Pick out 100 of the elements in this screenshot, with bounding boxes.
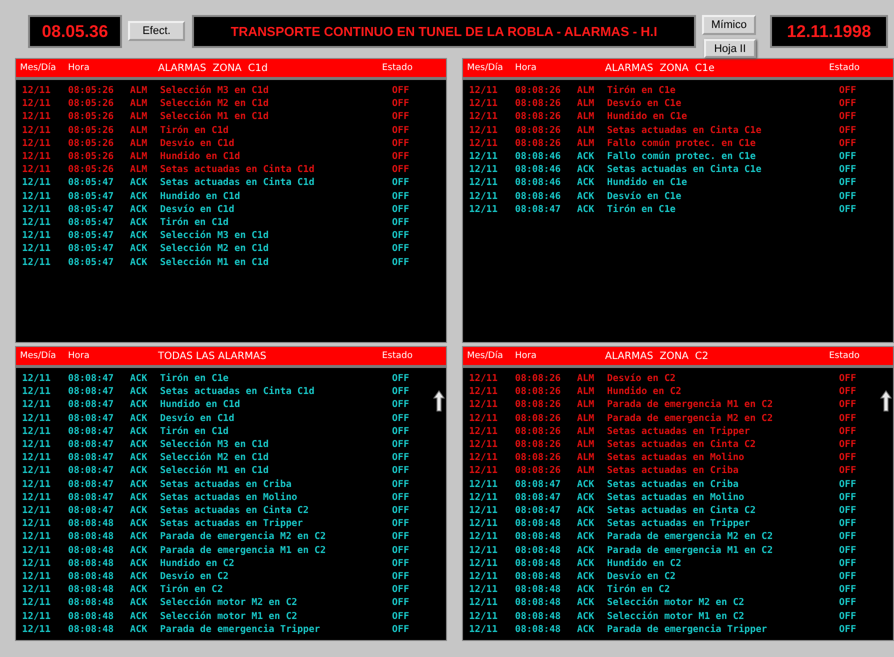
- state-cell-text: OFF: [839, 84, 858, 98]
- date-cell-text: 12/11: [469, 202, 499, 216]
- state-cell-text: OFF: [392, 490, 410, 504]
- state-cell-text: OFF: [839, 424, 858, 438]
- type-cell-text: ALM: [577, 372, 596, 386]
- date-cell-text: 12/11: [469, 478, 499, 491]
- message-cell-text: Setas actuadas en Tripper: [607, 517, 751, 530]
- type-cell-text: ALM: [577, 424, 596, 438]
- date-cell-text: 12/11: [22, 242, 52, 256]
- date-cell-text: 12/11: [22, 124, 52, 137]
- message-cell-text: Tirón en C1e: [607, 84, 677, 98]
- date-cell-text: 12/11: [469, 583, 499, 596]
- column-header: Estado: [829, 351, 861, 361]
- date-cell-text: 12/11: [22, 424, 52, 438]
- sheet-button[interactable]: Hoja II: [704, 39, 756, 58]
- time-cell-text: 08:08:26: [515, 136, 562, 150]
- type-cell-text: ACK: [577, 556, 596, 570]
- time-cell-text: 08:05:47: [68, 229, 115, 242]
- sheet-button[interactable]: Mímico: [702, 15, 756, 35]
- type-cell-text: ALM: [130, 163, 148, 176]
- message-cell-text: Setas actuadas en Cinta C1d: [160, 385, 316, 398]
- time-cell-text: 08:08:47: [68, 424, 115, 438]
- date-cell-text: 12/11: [22, 544, 52, 557]
- message-cell-text: Hundido en C2: [160, 556, 236, 570]
- state-cell-text: OFF: [392, 150, 410, 164]
- column-header: Estado: [382, 351, 414, 361]
- time-cell-text: 08:08:47: [68, 438, 115, 452]
- date-cell-text: 12/11: [22, 176, 52, 190]
- date-cell-text: 12/11: [22, 490, 52, 504]
- date-cell-text: 12/11: [22, 412, 52, 425]
- date-cell-text: 12/11: [22, 596, 52, 610]
- message-cell-text: Selección motor M2 en C2: [160, 596, 298, 610]
- message-cell-text: Selección M2 en C1d: [160, 451, 270, 464]
- state-cell-text: OFF: [839, 385, 858, 398]
- time-cell-text: 08:08:47: [68, 372, 115, 386]
- type-cell-text: ACK: [577, 517, 596, 530]
- type-cell-text: ALM: [577, 398, 596, 412]
- state-cell-text: OFF: [839, 556, 858, 570]
- message-cell-text: Desvío en C1d: [160, 202, 236, 216]
- panel-title: ALARMAS ZONA C1d: [158, 62, 269, 74]
- time-cell-text: 08:08:47: [515, 490, 562, 504]
- date-cell-text: 12/11: [469, 412, 499, 425]
- time-cell-text: 08:05:26: [68, 150, 115, 164]
- clock-display: 08.05.36: [28, 15, 122, 48]
- state-cell-text: OFF: [839, 372, 858, 386]
- date-cell-text: 12/11: [22, 504, 52, 518]
- date-cell-text: 12/11: [469, 372, 499, 386]
- state-cell-text: OFF: [839, 570, 858, 584]
- message-cell-text: Hundido en C1d: [160, 190, 242, 203]
- state-cell-text: OFF: [392, 412, 410, 425]
- message-cell-text: Tirón en C1d: [160, 124, 230, 137]
- time-cell-text: 08:05:26: [68, 163, 115, 176]
- state-cell-text: OFF: [839, 163, 858, 176]
- message-cell-text: Tirón en C1e: [160, 372, 230, 386]
- date-cell-text: 12/11: [469, 451, 499, 464]
- panel-title: TODAS LAS ALARMAS: [158, 350, 268, 362]
- date-cell-text: 12/11: [469, 490, 499, 504]
- panel-title: ALARMAS ZONA C1e: [605, 62, 716, 74]
- type-cell-text: ACK: [577, 596, 596, 610]
- time-cell-text: 08:08:26: [515, 424, 562, 438]
- date-cell-text: 12/11: [22, 570, 52, 584]
- type-cell-text: ACK: [130, 490, 148, 504]
- type-cell-text: ACK: [130, 412, 148, 425]
- time-cell-text: 08:08:48: [68, 596, 115, 610]
- message-cell-text: Setas actuadas en Molino: [160, 490, 298, 504]
- type-cell-text: ACK: [577, 530, 596, 544]
- state-cell-text: OFF: [839, 438, 858, 452]
- state-cell-text: OFF: [839, 544, 858, 557]
- state-cell-text: OFF: [392, 478, 410, 491]
- message-cell-text: Setas actuadas en Cinta C1d: [160, 163, 316, 176]
- message-cell-text: Desvío en C1d: [160, 412, 236, 425]
- scroll-up-icon[interactable]: [433, 390, 445, 412]
- state-cell-text: OFF: [392, 110, 410, 124]
- date-cell-text: 12/11: [469, 570, 499, 584]
- state-cell-text: OFF: [392, 84, 410, 98]
- date-cell-text: 12/11: [22, 136, 52, 150]
- time-cell-text: 08:08:48: [515, 583, 562, 596]
- time-cell-text: 08:08:46: [515, 176, 562, 190]
- message-cell-text: Hundido en C2: [607, 385, 682, 398]
- effect-button[interactable]: Efect.: [128, 21, 185, 41]
- type-cell-text: ACK: [130, 229, 148, 242]
- type-cell-text: ACK: [130, 424, 148, 438]
- type-cell-text: ACK: [577, 504, 596, 518]
- state-cell-text: OFF: [392, 610, 410, 623]
- date-display: 12.11.1998: [770, 15, 888, 48]
- time-cell-text: 08:05:47: [68, 176, 115, 190]
- date-cell-text: 12/11: [22, 190, 52, 203]
- date-cell-text: 12/11: [469, 610, 499, 623]
- state-cell-text: OFF: [392, 163, 410, 176]
- scroll-up-icon[interactable]: [880, 390, 892, 412]
- type-cell-text: ALM: [130, 150, 148, 164]
- message-cell-text: Parada de emergencia M1 en C2: [607, 544, 774, 557]
- type-cell-text: ACK: [130, 596, 148, 610]
- state-cell-text: OFF: [392, 190, 410, 203]
- date-cell-text: 12/11: [469, 84, 499, 98]
- time-cell-text: 08:08:47: [68, 412, 115, 425]
- column-header: Mes/Día: [20, 63, 57, 73]
- type-cell-text: ALM: [130, 97, 148, 110]
- state-cell-text: OFF: [392, 216, 410, 230]
- state-cell-text: OFF: [392, 176, 410, 190]
